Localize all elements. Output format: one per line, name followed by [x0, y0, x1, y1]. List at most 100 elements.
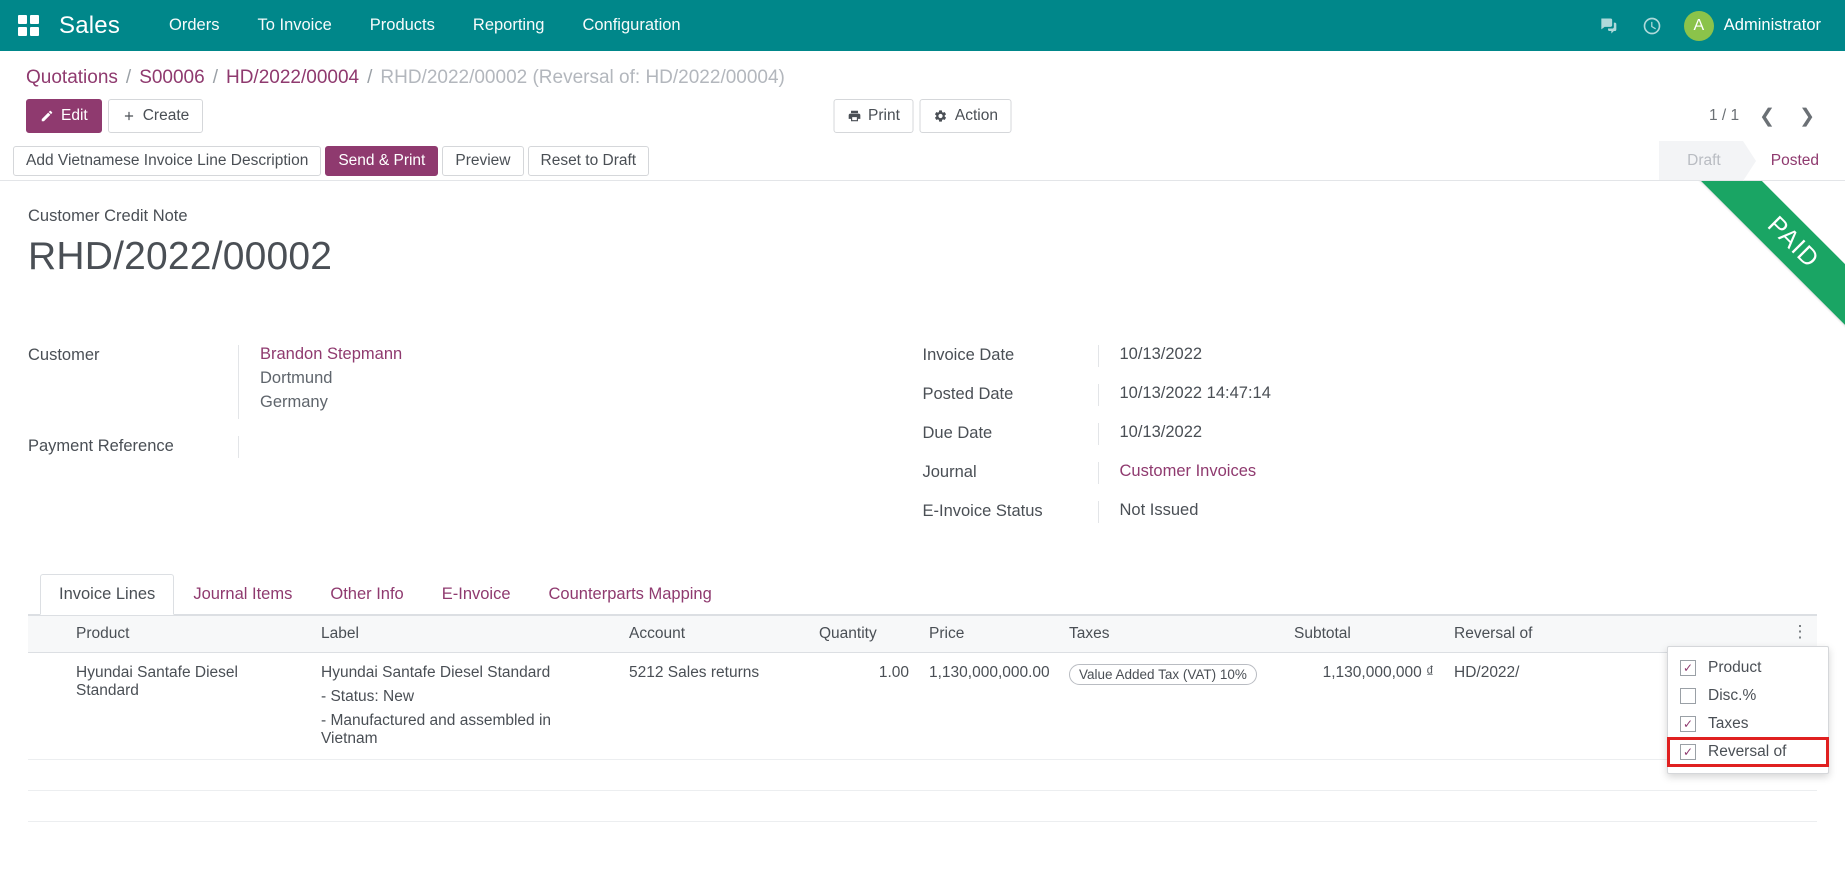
action-button[interactable]: Action — [919, 98, 1012, 134]
stage-draft[interactable]: Draft — [1659, 141, 1756, 182]
field-invoice-date: Invoice Date 10/13/2022 — [922, 345, 1818, 368]
add-vietnamese-description-button[interactable]: Add Vietnamese Invoice Line Description — [13, 145, 322, 176]
dropdown-label-reversal-of: Reversal of — [1708, 743, 1787, 761]
field-label-payment-reference: Payment Reference — [28, 437, 174, 456]
cell-subtotal: 1,130,000,000 ₫ — [1284, 652, 1444, 761]
cell-account[interactable]: 5212 Sales returns — [619, 652, 809, 761]
cell-label-origin: - Manufactured and assembled in Vietnam — [321, 712, 552, 748]
field-value-invoice-date[interactable]: 10/13/2022 — [1097, 345, 1818, 368]
cell-price[interactable]: 1,130,000,000.00 — [919, 652, 1059, 761]
tab-invoice-lines[interactable]: Invoice Lines — [40, 574, 175, 616]
menu-item-to-invoice[interactable]: To Invoice — [238, 8, 350, 43]
navbar-right: A Administrator — [1596, 10, 1827, 41]
field-value-journal[interactable]: Customer Invoices — [1097, 462, 1818, 485]
checkbox-product[interactable] — [1680, 660, 1696, 677]
menu-item-products[interactable]: Products — [351, 8, 454, 43]
control-panel: Edit Create Print Action 1 / 1 ❮ ❯ — [0, 93, 1845, 141]
field-label-einvoice-status: E-Invoice Status — [922, 502, 1043, 521]
center-actions: Print Action — [833, 98, 1012, 134]
breadcrumb-item-quotations[interactable]: Quotations — [26, 67, 118, 89]
breadcrumb-item-invoice[interactable]: HD/2022/00004 — [226, 67, 359, 89]
cell-reversal-of[interactable]: HD/2022/ — [1444, 652, 1631, 761]
customer-link[interactable]: Brandon Stepmann — [260, 345, 875, 364]
menu-item-reporting[interactable]: Reporting — [454, 8, 564, 43]
breadcrumb-item-s00006[interactable]: S00006 — [139, 67, 205, 89]
edit-button[interactable]: Edit — [26, 99, 102, 134]
chevron-right-icon[interactable]: ❯ — [1795, 107, 1819, 126]
dropdown-item-taxes[interactable]: Taxes — [1668, 710, 1828, 738]
dropdown-label-taxes: Taxes — [1708, 715, 1749, 733]
column-subtotal[interactable]: Subtotal — [1284, 615, 1444, 654]
create-button-label: Create — [142, 107, 190, 124]
dropdown-item-reversal-of[interactable]: Reversal of — [1667, 737, 1829, 768]
clock-icon[interactable] — [1640, 14, 1664, 38]
column-product[interactable]: Product — [66, 615, 311, 654]
tax-badge: Value Added Tax (VAT) 10% — [1069, 664, 1257, 686]
top-navbar: Sales Orders To Invoice Products Reporti… — [0, 0, 1845, 51]
cell-quantity[interactable]: 1.00 — [809, 652, 919, 761]
checkbox-taxes[interactable] — [1680, 716, 1696, 733]
menu-item-orders[interactable]: Orders — [150, 8, 238, 43]
row-drag-handle[interactable] — [28, 652, 66, 761]
field-label-invoice-date: Invoice Date — [922, 346, 1015, 365]
tab-e-invoice[interactable]: E-Invoice — [423, 574, 530, 615]
cell-product[interactable]: Hyundai Santafe Diesel Standard — [66, 652, 311, 761]
notebook: Invoice Lines Journal Items Other Info E… — [28, 574, 1829, 823]
menu-item-configuration[interactable]: Configuration — [563, 8, 699, 43]
user-name-label: Administrator — [1723, 16, 1821, 34]
column-price[interactable]: Price — [919, 615, 1059, 654]
reset-to-draft-button[interactable]: Reset to Draft — [527, 145, 650, 176]
print-button[interactable]: Print — [833, 98, 914, 134]
create-button[interactable]: Create — [107, 99, 204, 134]
field-einvoice-status: E-Invoice Status Not Issued — [922, 501, 1818, 524]
apps-grid-icon[interactable] — [18, 15, 39, 36]
field-value-einvoice-status: Not Issued — [1097, 501, 1818, 524]
send-and-print-button[interactable]: Send & Print — [325, 145, 439, 176]
dropdown-item-product[interactable]: Product — [1668, 654, 1828, 682]
field-value-payment-reference[interactable] — [238, 436, 875, 459]
app-brand-sales[interactable]: Sales — [59, 12, 120, 40]
customer-country: Germany — [260, 393, 328, 412]
breadcrumb-item-current: RHD/2022/00002 (Reversal of: HD/2022/000… — [380, 67, 785, 88]
tab-journal-items[interactable]: Journal Items — [174, 574, 311, 615]
tab-counterparts-mapping[interactable]: Counterparts Mapping — [530, 574, 731, 615]
edit-button-label: Edit — [61, 107, 88, 124]
column-account[interactable]: Account — [619, 615, 809, 654]
breadcrumb-separator: / — [125, 67, 132, 88]
breadcrumb: Quotations / S00006 / HD/2022/00004 / RH… — [0, 51, 1845, 93]
preview-button[interactable]: Preview — [442, 145, 524, 176]
breadcrumb-separator: / — [367, 67, 373, 88]
checkbox-discount[interactable] — [1680, 688, 1696, 705]
chat-bubble-icon[interactable] — [1596, 14, 1620, 38]
form-sheet: PAID Customer Credit Note RHD/2022/00002… — [0, 181, 1845, 823]
dropdown-label-product: Product — [1708, 659, 1762, 677]
field-label-posted-date: Posted Date — [922, 385, 1014, 404]
fields-column-left: Customer Brandon Stepmann Dortmund Germa… — [28, 345, 923, 540]
pencil-icon — [41, 110, 53, 122]
dropdown-item-discount[interactable]: Disc.% — [1668, 682, 1828, 710]
tab-list: Invoice Lines Journal Items Other Info E… — [28, 574, 1817, 616]
field-label-journal: Journal — [922, 463, 977, 482]
pager: 1 / 1 ❮ ❯ — [1709, 107, 1819, 126]
checkbox-reversal-of[interactable] — [1680, 744, 1696, 761]
print-button-label: Print — [868, 106, 900, 124]
column-label[interactable]: Label — [311, 615, 619, 654]
status-bar: Add Vietnamese Invoice Line Description … — [0, 141, 1845, 182]
vertical-dots-icon[interactable]: ⋮ — [1789, 623, 1811, 640]
chevron-left-icon[interactable]: ❮ — [1755, 107, 1779, 126]
column-quantity[interactable]: Quantity — [809, 615, 919, 654]
user-menu[interactable]: A Administrator — [1683, 10, 1821, 41]
cell-label[interactable]: Hyundai Santafe Diesel Standard - Status… — [311, 652, 619, 761]
dropdown-label-discount: Disc.% — [1708, 687, 1757, 705]
customer-city: Dortmund — [260, 369, 333, 388]
stage-posted[interactable]: Posted — [1742, 141, 1845, 181]
field-value-customer: Brandon Stepmann Dortmund Germany — [238, 345, 875, 420]
action-button-label: Action — [954, 106, 998, 124]
field-value-posted-date[interactable]: 10/13/2022 14:47:14 — [1097, 384, 1818, 407]
column-reversal-of[interactable]: Reversal of — [1444, 615, 1631, 654]
cell-taxes[interactable]: Value Added Tax (VAT) 10% — [1059, 652, 1284, 761]
tab-other-info[interactable]: Other Info — [311, 574, 422, 615]
field-value-due-date[interactable]: 10/13/2022 — [1097, 423, 1818, 446]
table-row[interactable]: Hyundai Santafe Diesel Standard Hyundai … — [28, 652, 1817, 761]
column-taxes[interactable]: Taxes — [1059, 615, 1284, 654]
